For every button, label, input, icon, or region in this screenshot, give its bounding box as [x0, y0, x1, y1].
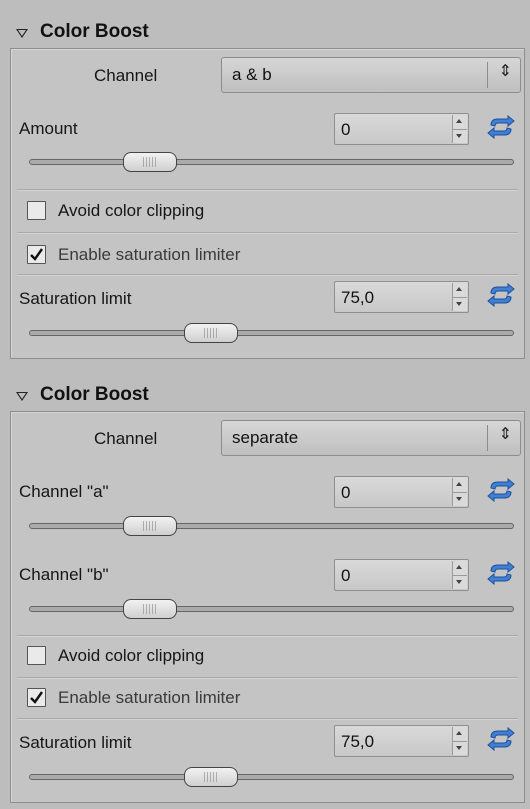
channel-b-slider[interactable]	[29, 599, 514, 619]
collapse-triangle-icon	[16, 391, 28, 401]
channel-a-spinbox[interactable]: 0	[334, 476, 469, 508]
slider-handle[interactable]	[123, 516, 178, 536]
spin-down-button[interactable]	[453, 492, 467, 506]
slider-handle[interactable]	[123, 152, 178, 172]
collapse-triangle-icon	[16, 28, 28, 38]
channel-b-label: Channel "b"	[19, 565, 109, 584]
spin-down-button[interactable]	[453, 575, 467, 589]
channel-label: Channel	[94, 66, 158, 85]
channel-b-value: 0	[341, 566, 351, 585]
saturation-limit-spinbox[interactable]: 75,0	[334, 725, 469, 757]
spin-down-button[interactable]	[453, 129, 467, 143]
saturation-limiter-checkbox[interactable]	[27, 245, 46, 264]
section-title: Color Boost	[40, 21, 149, 42]
saturation-limit-value: 75,0	[341, 288, 375, 307]
saturation-limit-spinbox[interactable]: 75,0	[334, 281, 469, 313]
reset-icon[interactable]	[486, 283, 516, 307]
spin-down-button[interactable]	[453, 741, 467, 755]
channel-a-label: Channel "a"	[19, 482, 109, 501]
checkmark-icon	[30, 691, 43, 704]
saturation-limit-slider[interactable]	[29, 767, 514, 787]
channel-dropdown-value: separate	[232, 428, 299, 447]
avoid-clipping-label: Avoid color clipping	[58, 646, 205, 665]
slider-handle[interactable]	[183, 323, 238, 343]
saturation-limiter-label: Enable saturation limiter	[58, 245, 241, 264]
saturation-limit-label: Saturation limit	[19, 289, 132, 308]
section-title: Color Boost	[40, 384, 149, 405]
spin-up-button[interactable]	[453, 561, 467, 575]
spin-up-button[interactable]	[453, 727, 467, 741]
color-boost-panel-2: Channel separate ⇕ Channel "a" 0 Channel…	[10, 411, 525, 803]
channel-label: Channel	[94, 429, 158, 448]
slider-handle[interactable]	[123, 599, 178, 619]
saturation-limit-value: 75,0	[341, 732, 375, 751]
channel-a-slider[interactable]	[29, 516, 514, 536]
spin-down-button[interactable]	[453, 297, 467, 311]
reset-icon[interactable]	[486, 115, 516, 139]
color-boost-panel-1: Channel a & b ⇕ Amount 0 Avoid color cli…	[10, 48, 525, 359]
spin-up-button[interactable]	[453, 283, 467, 297]
section-header-color-boost-2[interactable]: Color Boost	[16, 381, 149, 409]
amount-spinbox[interactable]: 0	[334, 113, 469, 145]
section-header-color-boost-1[interactable]: Color Boost	[16, 18, 149, 46]
amount-value: 0	[341, 120, 351, 139]
saturation-limit-label: Saturation limit	[19, 733, 132, 752]
slider-handle[interactable]	[183, 767, 238, 787]
checkmark-icon	[30, 248, 43, 261]
channel-dropdown[interactable]: a & b ⇕	[221, 57, 521, 93]
avoid-clipping-checkbox[interactable]	[27, 201, 46, 220]
updown-arrows-icon: ⇕	[498, 426, 512, 443]
channel-b-spinbox[interactable]: 0	[334, 559, 469, 591]
reset-icon[interactable]	[486, 561, 516, 585]
saturation-limiter-checkbox[interactable]	[27, 688, 46, 707]
reset-icon[interactable]	[486, 478, 516, 502]
amount-slider[interactable]	[29, 152, 514, 172]
spin-up-button[interactable]	[453, 478, 467, 492]
spin-up-button[interactable]	[453, 115, 467, 129]
avoid-clipping-label: Avoid color clipping	[58, 201, 205, 220]
channel-dropdown[interactable]: separate ⇕	[221, 420, 521, 456]
updown-arrows-icon: ⇕	[498, 63, 512, 80]
amount-label: Amount	[19, 119, 78, 138]
saturation-limiter-label: Enable saturation limiter	[58, 688, 241, 707]
avoid-clipping-checkbox[interactable]	[27, 646, 46, 665]
saturation-limit-slider[interactable]	[29, 323, 514, 343]
channel-dropdown-value: a & b	[232, 65, 272, 84]
channel-a-value: 0	[341, 483, 351, 502]
reset-icon[interactable]	[486, 727, 516, 751]
